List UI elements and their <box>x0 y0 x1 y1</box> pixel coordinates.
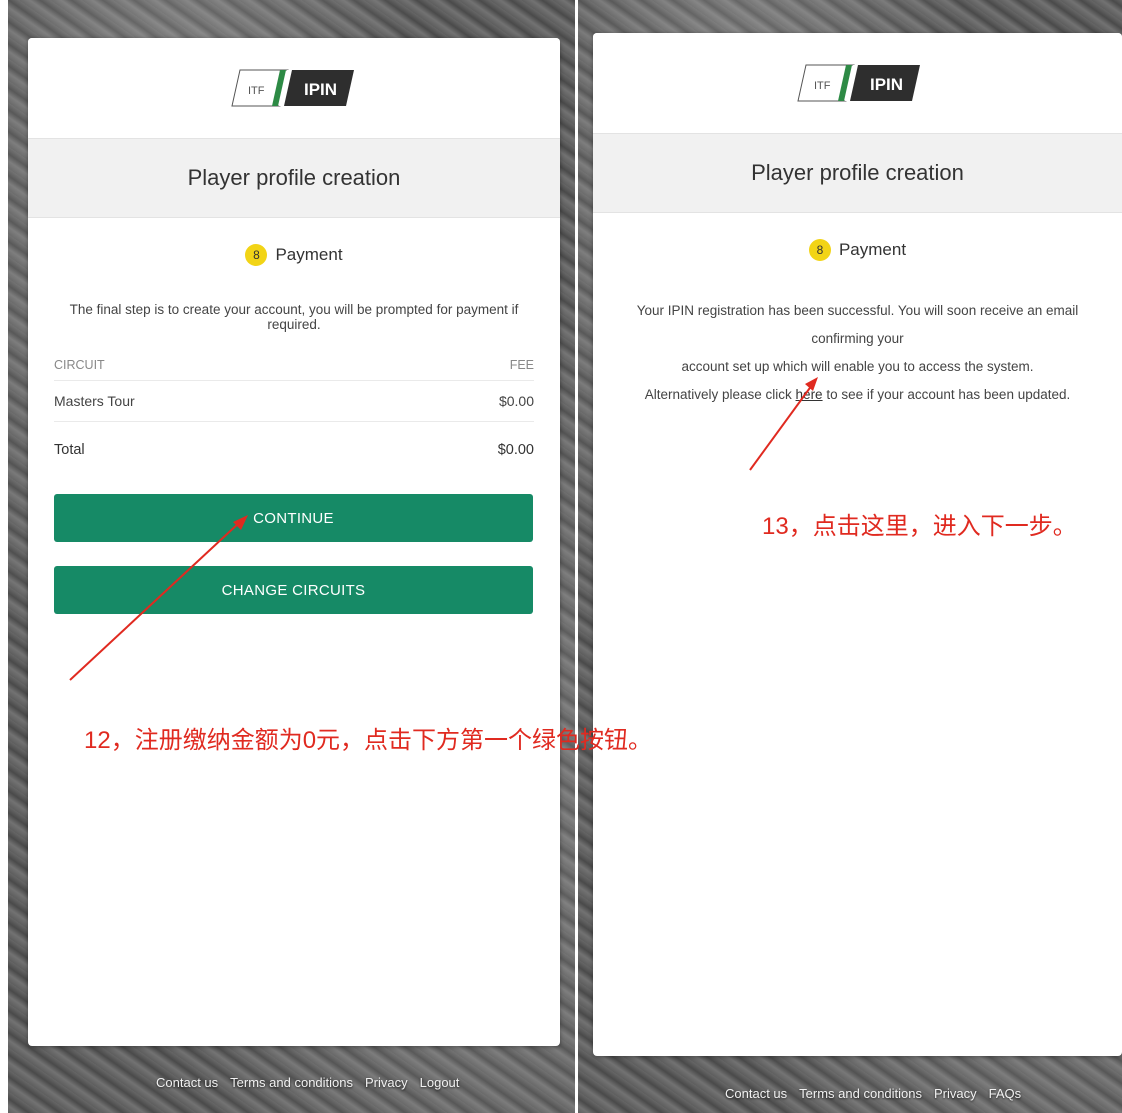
footer-faqs-link[interactable]: FAQs <box>989 1086 1022 1101</box>
footer-contact-link[interactable]: Contact us <box>156 1075 218 1090</box>
left-footer: Contact us Terms and conditions Privacy … <box>156 1075 459 1090</box>
arrow-12-line <box>69 521 241 681</box>
arrow-13-head <box>805 377 818 391</box>
annotation-step-12: 12，注册缴纳金额为0元，点击下方第一个绿色按钮。 <box>84 727 653 754</box>
footer-terms-link[interactable]: Terms and conditions <box>230 1075 353 1090</box>
right-footer: Contact us Terms and conditions Privacy … <box>725 1086 1021 1101</box>
footer-contact-link[interactable]: Contact us <box>725 1086 787 1101</box>
annotation-step-13: 13，点击这里，进入下一步。 <box>762 513 1077 540</box>
annotation-arrows <box>69 377 818 681</box>
footer-privacy-link[interactable]: Privacy <box>365 1075 408 1090</box>
footer-privacy-link[interactable]: Privacy <box>934 1086 977 1101</box>
arrow-13-line <box>749 384 813 471</box>
footer-logout-link[interactable]: Logout <box>420 1075 460 1090</box>
footer-terms-link[interactable]: Terms and conditions <box>799 1086 922 1101</box>
